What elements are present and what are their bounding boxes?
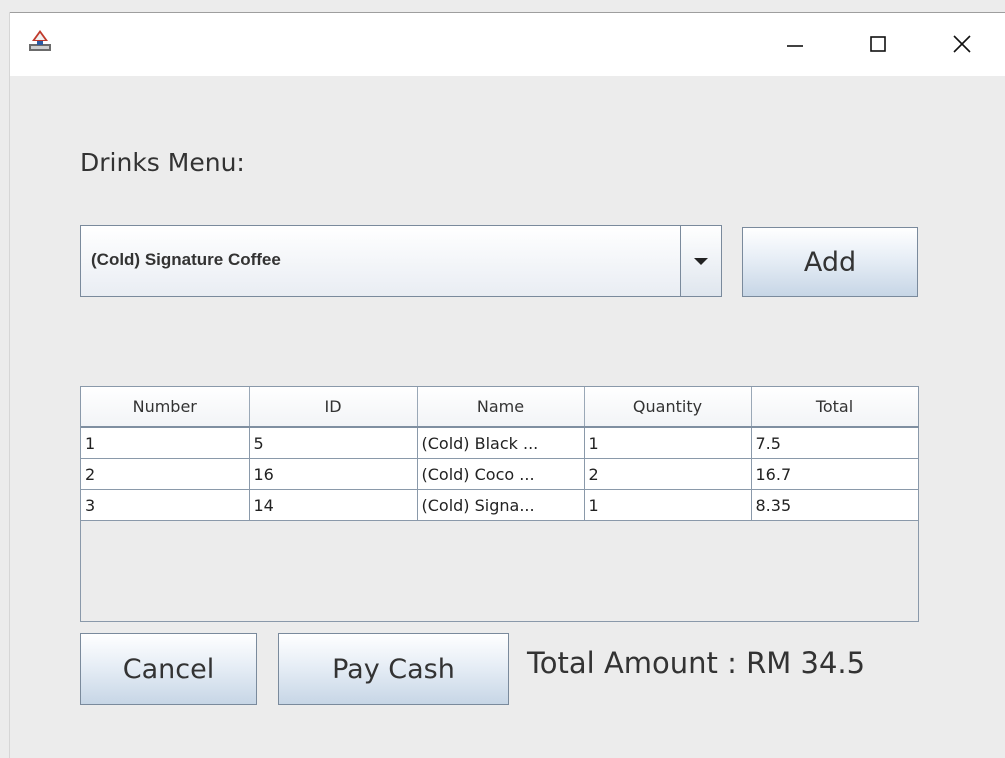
table-row[interactable]: 2 16 (Cold) Coco ... 2 16.7	[81, 458, 919, 490]
column-header[interactable]: Number	[81, 387, 250, 428]
table-cell[interactable]: 2	[584, 458, 752, 490]
maximize-button[interactable]	[838, 13, 918, 75]
column-header[interactable]: Name	[417, 387, 585, 428]
drink-select-arrow-button[interactable]	[680, 226, 721, 296]
total-amount-label: Total Amount : RM 34.5	[527, 646, 866, 680]
table-cell[interactable]: 16.7	[751, 458, 919, 490]
minimize-icon	[787, 45, 803, 47]
title-bar[interactable]	[10, 12, 1005, 76]
table-cell[interactable]: 1	[584, 489, 752, 521]
drink-select[interactable]: (Cold) Signature Coffee	[80, 225, 722, 297]
table-cell[interactable]: 7.5	[751, 427, 919, 459]
java-app-icon[interactable]	[26, 27, 54, 55]
app-window: Drinks Menu: (Cold) Signature Coffee Add…	[0, 0, 1005, 758]
content-panel: Drinks Menu: (Cold) Signature Coffee Add…	[10, 76, 1005, 758]
table-cell[interactable]: 3	[81, 489, 250, 521]
table-cell[interactable]: 16	[249, 458, 418, 490]
table-cell[interactable]: (Cold) Coco ...	[417, 458, 585, 490]
drinks-menu-label: Drinks Menu:	[80, 148, 245, 177]
table-cell[interactable]: 14	[249, 489, 418, 521]
order-grid: Number ID Name Quantity Total 1 5 (Cold)…	[81, 387, 919, 521]
table-cell[interactable]: (Cold) Black ...	[417, 427, 585, 459]
close-icon	[953, 35, 971, 53]
pay-cash-button[interactable]: Pay Cash	[278, 633, 509, 705]
window-left-edge	[0, 12, 10, 758]
order-table[interactable]: Number ID Name Quantity Total 1 5 (Cold)…	[80, 386, 919, 622]
table-header-row: Number ID Name Quantity Total	[81, 387, 919, 428]
column-header[interactable]: ID	[249, 387, 418, 428]
add-button[interactable]: Add	[742, 227, 918, 297]
table-cell[interactable]: 2	[81, 458, 250, 490]
table-cell[interactable]: 1	[81, 427, 250, 459]
drink-select-value: (Cold) Signature Coffee	[91, 250, 281, 269]
table-row[interactable]: 3 14 (Cold) Signa... 1 8.35	[81, 489, 919, 521]
maximize-icon	[870, 36, 886, 52]
minimize-button[interactable]	[755, 13, 835, 75]
table-cell[interactable]: (Cold) Signa...	[417, 489, 585, 521]
close-button[interactable]	[922, 13, 1002, 75]
chevron-down-icon	[694, 258, 708, 265]
column-header[interactable]: Total	[751, 387, 919, 428]
cancel-button[interactable]: Cancel	[80, 633, 257, 705]
table-cell[interactable]: 1	[584, 427, 752, 459]
table-row[interactable]: 1 5 (Cold) Black ... 1 7.5	[81, 427, 919, 459]
column-header[interactable]: Quantity	[584, 387, 752, 428]
table-cell[interactable]: 8.35	[751, 489, 919, 521]
table-cell[interactable]: 5	[249, 427, 418, 459]
